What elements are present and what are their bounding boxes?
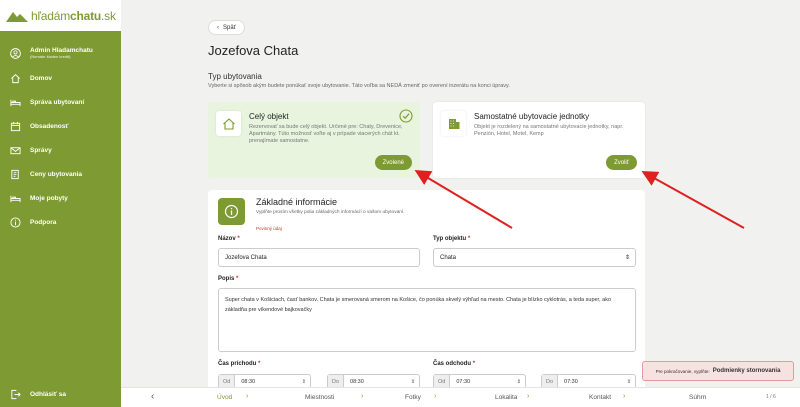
- info-icon-box: [218, 198, 245, 225]
- main-content: ‹ Späť Jozefova Chata Typ ubytovania Vyb…: [121, 0, 800, 407]
- price-tag-icon: [11, 169, 19, 179]
- object-type-label: Typ objektu *: [433, 236, 471, 242]
- building-icon: [448, 118, 459, 129]
- sidebar-item-prices[interactable]: Ceny ubytovania: [0, 162, 121, 186]
- wizard-step-rooms[interactable]: Miestnosti: [305, 394, 334, 401]
- wizard-step-summary[interactable]: Súhrn: [689, 394, 706, 401]
- select-arrows-icon: ⇕: [626, 379, 631, 385]
- wizard-step-contact[interactable]: Kontakt: [589, 394, 611, 401]
- sidebar-item-support[interactable]: Podpora: [0, 210, 121, 234]
- bed-icon: [10, 195, 21, 202]
- sidebar-item-label: Moje pobyty: [30, 194, 68, 202]
- form-title: Základné informácie: [256, 197, 338, 207]
- sidebar-user[interactable]: Admin Hladamchatu (Nemáte žiaden kredit): [0, 40, 121, 66]
- info-icon: [224, 204, 239, 219]
- sidebar-item-label: Ceny ubytovania: [30, 170, 83, 178]
- type-card-separate-units[interactable]: Samostatné ubytovacie jednotky Objekt je…: [433, 102, 645, 178]
- logout-label: Odhlásiť sa: [30, 390, 66, 398]
- logo[interactable]: hľadámchatu.sk: [0, 0, 121, 31]
- chevron-right-icon: ›: [361, 393, 364, 400]
- check-circle-icon: [399, 109, 413, 123]
- select-arrows-icon: ⇕: [301, 379, 306, 385]
- back-button[interactable]: ‹ Späť: [208, 20, 245, 35]
- description-label: Popis *: [218, 276, 239, 282]
- name-input[interactable]: Jozefova Chata: [218, 248, 420, 267]
- sidebar-item-messages[interactable]: Správy: [0, 138, 121, 162]
- logo-text: hľadámchatu.sk: [31, 8, 116, 23]
- sidebar-item-label: Podpora: [30, 218, 57, 226]
- arrival-label: Čas príchodu *: [218, 361, 261, 367]
- wizard-step-location[interactable]: Lokalita: [495, 394, 517, 401]
- home-icon: [11, 73, 20, 83]
- chevron-left-icon: ‹: [217, 24, 219, 31]
- chevron-right-icon: ›: [246, 393, 249, 400]
- type-name: Celý objekt: [249, 112, 289, 121]
- sidebar-item-label: Správy: [30, 146, 52, 154]
- logout-icon: [11, 389, 21, 399]
- user-credit: (Nemáte žiaden kredit): [30, 54, 71, 59]
- sidebar-item-label: Obsadenosť: [30, 122, 69, 130]
- sidebar-item-label: Domov: [30, 74, 53, 82]
- basic-info-card: Základné informácie Vyplňte prosím všetk…: [208, 190, 645, 390]
- page-title: Jozefova Chata: [208, 43, 299, 58]
- user-name: Admin Hladamchatu: [30, 47, 93, 54]
- section-title: Typ ubytovania: [208, 72, 262, 81]
- building-icon-box: [441, 111, 466, 136]
- wizard-step-intro[interactable]: Úvod: [217, 394, 232, 401]
- mail-icon: [10, 146, 21, 154]
- selected-button[interactable]: Zvolené: [374, 155, 412, 170]
- chevron-right-icon: ›: [623, 393, 626, 400]
- sidebar-item-occupancy[interactable]: Obsadenosť: [0, 114, 121, 138]
- wizard-bar: ‹ Úvod › Miestnosti › Fotky › Lokalita ›…: [121, 387, 800, 407]
- departure-label: Čas odchodu *: [433, 361, 476, 367]
- sidebar: hľadámchatu.sk Admin Hladamchatu (Nemáte…: [0, 0, 121, 407]
- select-arrows-icon: ⇕: [410, 379, 415, 385]
- logout-button[interactable]: Odhlásiť sa: [0, 382, 121, 406]
- calendar-icon: [10, 121, 21, 131]
- wizard-step-photos[interactable]: Fotky: [405, 394, 421, 401]
- wizard-prev-button[interactable]: ‹: [151, 391, 154, 402]
- chevron-right-icon: ›: [434, 393, 437, 400]
- house-icon: [222, 117, 235, 130]
- type-name: Samostatné ubytovacie jednotky: [474, 112, 590, 121]
- object-type-select[interactable]: Chata ⇕: [433, 248, 636, 267]
- sidebar-item-home[interactable]: Domov: [0, 66, 121, 90]
- description-textarea[interactable]: Super chata v Košiciach, časť bankov. Ch…: [218, 288, 636, 352]
- info-icon: [10, 216, 21, 228]
- bed-icon: [10, 99, 21, 106]
- mountain-logo-icon: [6, 11, 28, 22]
- type-description: Objekt je rozdelený na samostatné ubytov…: [474, 124, 624, 137]
- wizard-page-indicator: 1 / 6: [766, 394, 776, 400]
- type-description: Rezervovať sa bude celý objekt. Určené p…: [249, 124, 403, 144]
- form-description: Vyplňte prosím všetky polia základných i…: [256, 210, 405, 215]
- sidebar-item-label: Správa ubytovaní: [30, 98, 85, 106]
- choose-button[interactable]: Zvoliť: [606, 155, 637, 170]
- sidebar-item-accommodations[interactable]: Správa ubytovaní: [0, 90, 121, 114]
- section-description: Vyberte si spôsob akým budete ponúkať sv…: [208, 83, 510, 89]
- chevron-right-icon: ›: [527, 393, 530, 400]
- select-arrows-icon: ⇕: [624, 255, 630, 261]
- house-icon-box: [216, 111, 241, 136]
- required-note: Povinný údaj: [256, 226, 282, 231]
- sidebar-item-my-stays[interactable]: Moje pobyty: [0, 186, 121, 210]
- validation-toast[interactable]: Pre pokračovanie, vyplňte: Podmienky sto…: [642, 361, 794, 381]
- user-icon: [10, 47, 21, 59]
- select-arrows-icon: ⇕: [516, 379, 521, 385]
- name-label: Názov *: [218, 236, 240, 242]
- type-card-whole-object[interactable]: Celý objekt Rezervovať sa bude celý obje…: [208, 102, 420, 178]
